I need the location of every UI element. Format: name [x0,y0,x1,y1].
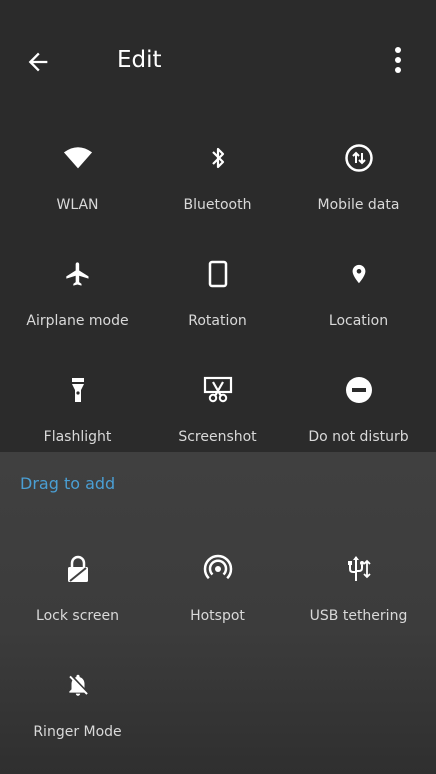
tile-label: WLAN [56,197,99,213]
available-tiles-tray: Drag to add Lock screen Hotspot USB teth… [0,452,436,774]
page-title: Edit [117,47,162,73]
more-options-button[interactable] [376,38,420,82]
back-button[interactable] [16,40,60,84]
tile-lock-screen[interactable]: Lock screen [5,554,150,654]
active-tiles-area: Edit WLAN Bluetooth Mobile data Airplane… [0,0,436,452]
wifi-icon [63,143,93,173]
flashlight-icon [63,375,93,405]
tile-usb-tethering[interactable]: USB tethering [286,554,431,654]
tile-mobile-data[interactable]: Mobile data [286,143,431,243]
tile-label: Airplane mode [26,313,129,329]
toolbar: Edit [0,0,436,120]
drag-to-add-label: Drag to add [20,474,116,493]
location-pin-icon [344,259,374,289]
screenshot-icon [203,375,233,405]
tile-label: Screenshot [178,429,257,445]
tile-label: Mobile data [317,197,400,213]
tile-label: Hotspot [190,608,245,624]
tile-rotation[interactable]: Rotation [145,259,290,359]
tile-location[interactable]: Location [286,259,431,359]
tile-hotspot[interactable]: Hotspot [145,554,290,654]
tile-label: Ringer Mode [33,724,122,740]
tile-label: Lock screen [36,608,119,624]
usb-icon [344,554,374,584]
tile-airplane-mode[interactable]: Airplane mode [5,259,150,359]
lock-icon [63,554,93,584]
more-vertical-icon [395,47,401,73]
bell-off-icon [63,670,93,700]
mobile-data-icon [344,143,374,173]
bluetooth-icon [203,143,233,173]
hotspot-icon [203,554,233,584]
tile-label: Bluetooth [183,197,252,213]
arrow-left-icon [28,52,48,72]
tile-bluetooth[interactable]: Bluetooth [145,143,290,243]
tile-label: Do not disturb [308,429,409,445]
phone-rotation-icon [203,259,233,289]
tile-label: USB tethering [309,608,408,624]
airplane-icon [63,259,93,289]
do-not-disturb-icon [344,375,374,405]
tile-label: Flashlight [43,429,112,445]
tile-ringer-mode[interactable]: Ringer Mode [5,670,150,770]
tile-label: Location [328,313,389,329]
tile-label: Rotation [188,313,247,329]
tile-wlan[interactable]: WLAN [5,143,150,243]
